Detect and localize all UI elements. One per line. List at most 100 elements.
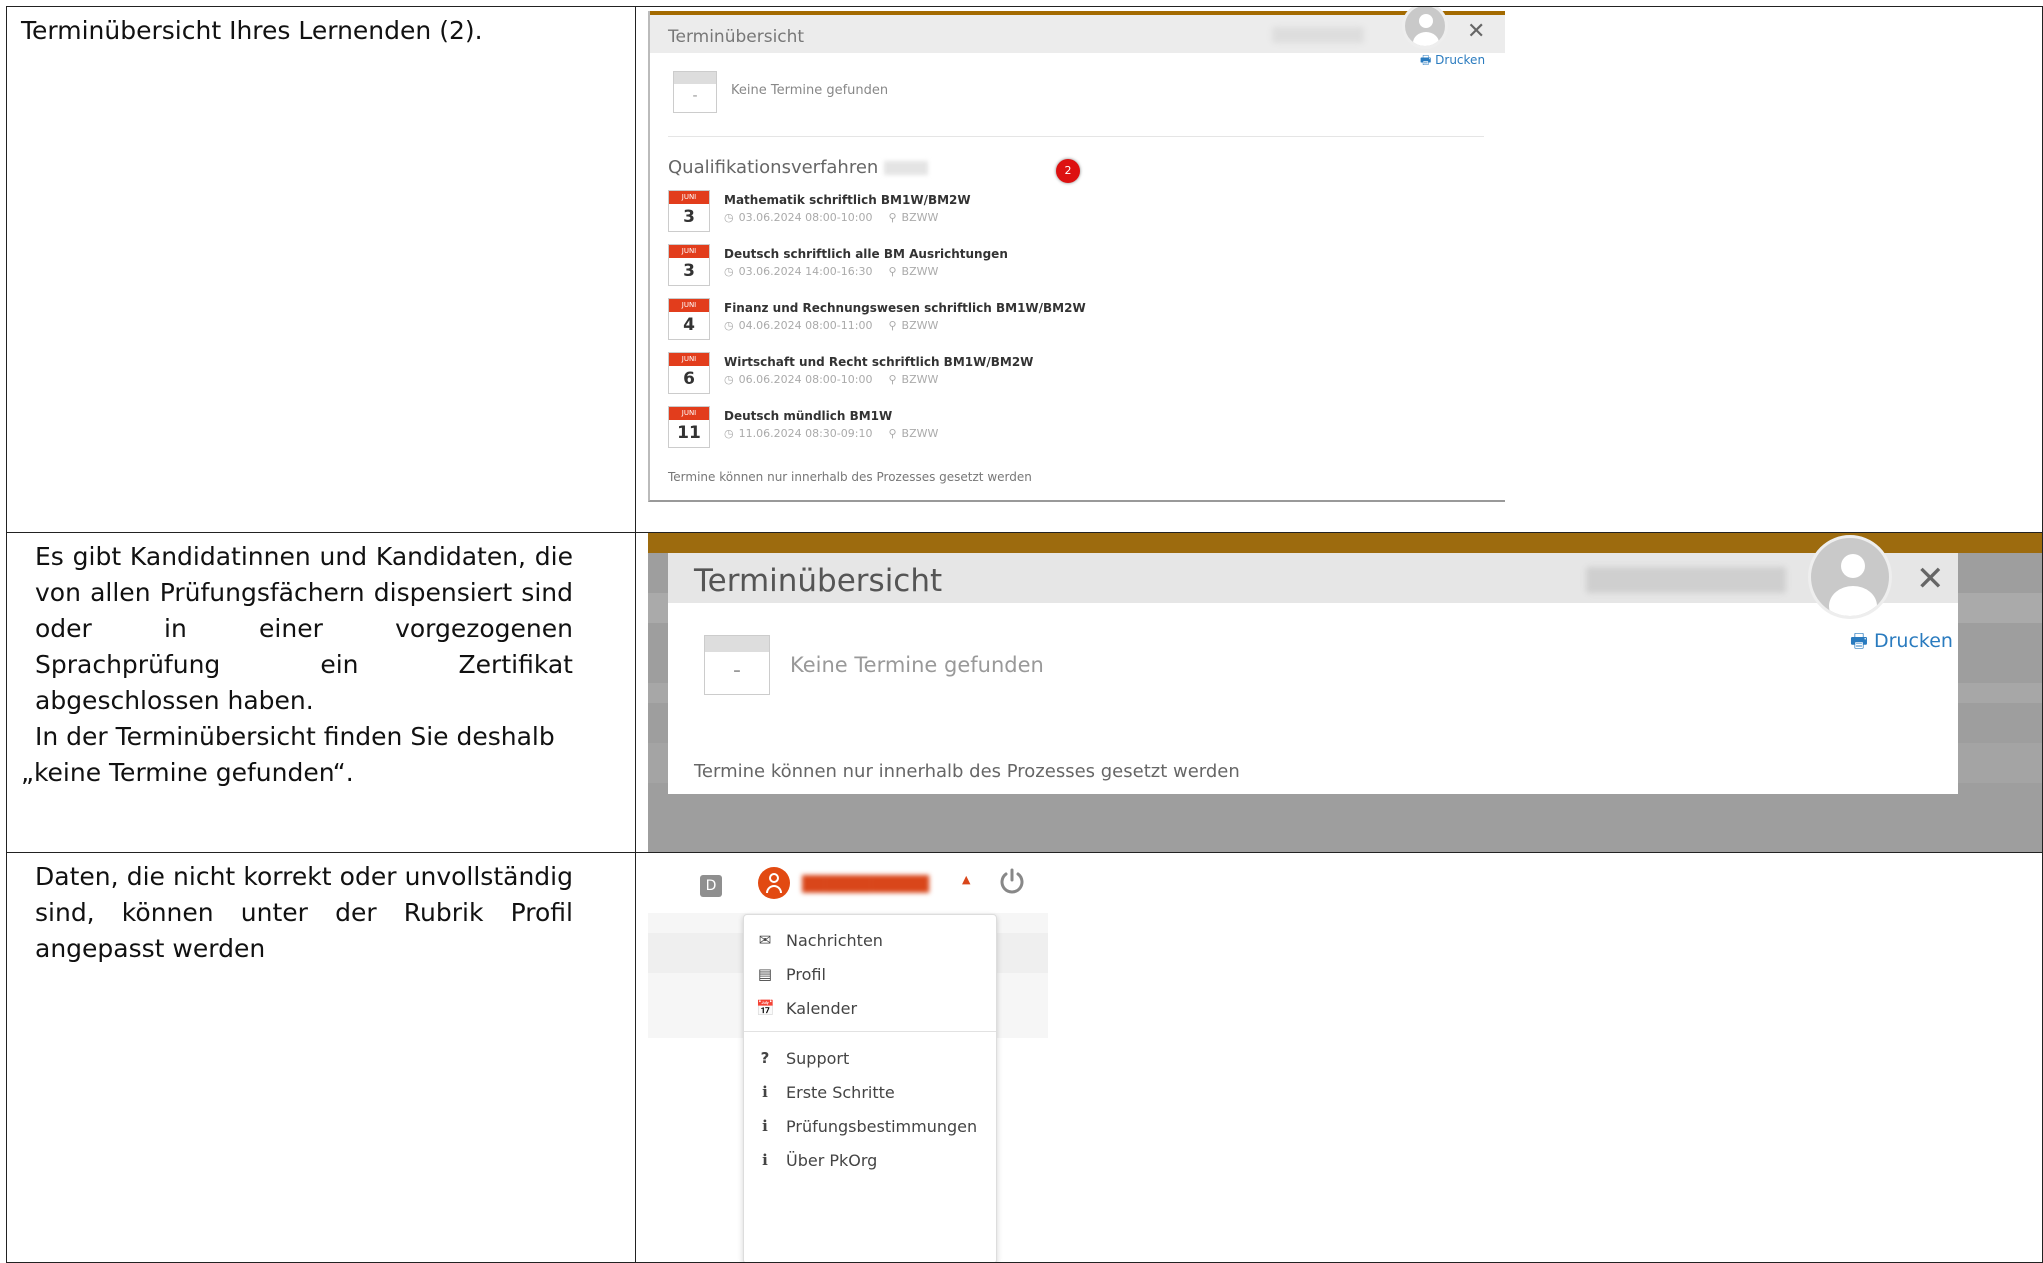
modal-title: Terminübersicht <box>694 563 943 599</box>
power-icon[interactable] <box>998 867 1026 895</box>
avatar-body <box>1829 586 1877 616</box>
user-icon[interactable] <box>758 867 790 899</box>
event-item[interactable]: JUNI 11 Deutsch mündlich BM1W ◷ 11.06.202… <box>668 406 1488 450</box>
event-item[interactable]: JUNI 3 Deutsch schriftlich alle BM Ausri… <box>668 244 1488 288</box>
screenshot-cell: D ███████████ ▲ ✉ Nachrichten ▤ Profil 📅… <box>635 852 2043 1263</box>
print-button[interactable]: 🖶 Drucken <box>1420 51 1485 72</box>
print-label: Drucken <box>1435 53 1486 67</box>
description-cell: Daten, die nicht korrekt oder unvollstän… <box>6 852 636 1263</box>
count-badge: 2 <box>1056 159 1080 183</box>
close-icon[interactable]: ✕ <box>1916 559 1945 599</box>
menu-item-label: Profil <box>786 965 826 984</box>
description-line: In der Terminübersicht finden Sie deshal… <box>35 722 555 751</box>
calendar-date-icon: JUNI 4 <box>668 298 710 340</box>
menu-item-label: Erste Schritte <box>786 1083 895 1102</box>
menu-item-messages[interactable]: ✉ Nachrichten <box>744 922 996 960</box>
print-button[interactable]: 🖶 Drucken <box>1850 627 1953 659</box>
event-month: JUNI <box>669 353 709 366</box>
avatar-head <box>1419 14 1433 28</box>
redacted-name <box>1272 27 1364 43</box>
description-quote: „keine Termine gefunden“. <box>21 758 354 787</box>
app-topbar: D ███████████ ▲ <box>648 853 1048 913</box>
printer-icon: 🖶 <box>1850 630 1868 652</box>
question-icon: ? <box>760 1049 770 1067</box>
envelope-icon: ✉ <box>758 931 772 949</box>
calendar-date-icon: JUNI 3 <box>668 244 710 286</box>
screenshot-cell: Terminübersicht ✕ 🖶 Drucken - Keine Term… <box>635 6 2043 533</box>
calendar-date-icon: JUNI 11 <box>668 406 710 448</box>
avatar[interactable] <box>1808 535 1892 619</box>
event-title: Mathematik schriftlich BM1W/BM2W <box>724 193 971 207</box>
no-events-text: Keine Termine gefunden <box>790 653 1044 677</box>
menu-item-support[interactable]: ? Support <box>744 1040 996 1078</box>
calendar-placeholder-icon: - <box>704 635 770 695</box>
event-day: 3 <box>683 261 695 281</box>
menu-divider <box>744 1031 996 1032</box>
calendar-placeholder-icon: - <box>673 71 717 113</box>
calendar-date-icon: JUNI 6 <box>668 352 710 394</box>
screenshot-cell: Terminübersicht ✕ 🖶 Drucken - Keine Term… <box>635 532 2043 853</box>
location-pin-icon: ⚲ <box>888 427 897 440</box>
info-icon: i <box>762 1083 768 1101</box>
table-row: Terminübersicht Ihres Lernenden (2). Ter… <box>6 6 2043 533</box>
menu-item-label: Nachrichten <box>786 931 883 950</box>
event-meta: ◷ 03.06.2024 08:00-10:00 ⚲ BZWW <box>724 211 939 224</box>
redacted-year <box>884 161 929 175</box>
print-label: Drucken <box>1873 630 1953 652</box>
modal-header: Terminübersicht <box>650 15 1505 53</box>
location-pin-icon: ⚲ <box>888 211 897 224</box>
event-item[interactable]: JUNI 3 Mathematik schriftlich BM1W/BM2W … <box>668 190 1488 234</box>
event-title: Deutsch schriftlich alle BM Ausrichtunge… <box>724 247 1008 261</box>
document-table: Terminübersicht Ihres Lernenden (2). Ter… <box>6 6 2043 1263</box>
description-cell: Es gibt Kandidatinnen und Kandidaten, di… <box>6 532 636 853</box>
menu-item-about[interactable]: i Über PkOrg <box>744 1142 996 1180</box>
event-title: Deutsch mündlich BM1W <box>724 409 893 423</box>
modal-title: Terminübersicht <box>668 27 805 47</box>
info-icon: i <box>762 1151 768 1169</box>
description-paragraph: Es gibt Kandidatinnen und Kandidaten, di… <box>35 542 573 715</box>
clock-icon: ◷ <box>724 265 734 278</box>
menu-item-profile[interactable]: ▤ Profil <box>744 956 996 994</box>
info-icon: i <box>762 1117 768 1135</box>
location-pin-icon: ⚲ <box>888 265 897 278</box>
caret-up-icon[interactable]: ▲ <box>962 873 970 886</box>
event-item[interactable]: JUNI 4 Finanz und Rechnungswesen schrift… <box>668 298 1488 342</box>
description-text: Es gibt Kandidatinnen und Kandidaten, di… <box>7 533 635 755</box>
description-text: Daten, die nicht korrekt oder unvollstän… <box>35 862 573 963</box>
modal-footer-note: Termine können nur innerhalb des Prozess… <box>668 470 1032 484</box>
location-pin-icon: ⚲ <box>888 373 897 386</box>
user-menu-screenshot: D ███████████ ▲ ✉ Nachrichten ▤ Profil 📅… <box>648 853 1048 1262</box>
menu-item-label: Prüfungsbestimmungen <box>786 1117 978 1136</box>
section-title: Qualifikationsverfahren <box>668 157 929 178</box>
event-meta: ◷ 11.06.2024 08:30-09:10 ⚲ BZWW <box>724 427 939 440</box>
event-day: 3 <box>683 207 695 227</box>
menu-item-first-steps[interactable]: i Erste Schritte <box>744 1074 996 1112</box>
table-row: Es gibt Kandidatinnen und Kandidaten, di… <box>6 532 2043 853</box>
event-month: JUNI <box>669 299 709 312</box>
printer-icon: 🖶 <box>1420 53 1432 67</box>
location-pin-icon: ⚲ <box>888 319 897 332</box>
event-meta: ◷ 06.06.2024 08:00-10:00 ⚲ BZWW <box>724 373 939 386</box>
clock-icon: ◷ <box>724 211 734 224</box>
event-month: JUNI <box>669 407 709 420</box>
appointment-overview-screenshot: Terminübersicht ✕ 🖶 Drucken - Keine Term… <box>648 7 1505 502</box>
calendar-icon: 📅 <box>756 999 775 1017</box>
d-icon[interactable]: D <box>700 875 722 897</box>
menu-item-exam-regulations[interactable]: i Prüfungsbestimmungen <box>744 1108 996 1146</box>
id-card-icon: ▤ <box>757 965 773 983</box>
event-month: JUNI <box>669 191 709 204</box>
menu-item-calendar[interactable]: 📅 Kalender <box>744 990 996 1028</box>
event-item[interactable]: JUNI 6 Wirtschaft und Recht schriftlich … <box>668 352 1488 396</box>
content-panel <box>993 1038 1048 1262</box>
event-meta: ◷ 04.06.2024 08:00-11:00 ⚲ BZWW <box>724 319 939 332</box>
redacted-user-name[interactable]: ███████████ <box>802 875 957 893</box>
close-icon[interactable]: ✕ <box>1467 19 1485 44</box>
calendar-date-icon: JUNI 3 <box>668 190 710 232</box>
menu-item-label: Über PkOrg <box>786 1151 878 1170</box>
empty-appointment-screenshot: Terminübersicht ✕ 🖶 Drucken - Keine Term… <box>648 533 2042 852</box>
clock-icon: ◷ <box>724 319 734 332</box>
divider <box>668 136 1484 137</box>
event-title: Wirtschaft und Recht schriftlich BM1W/BM… <box>724 355 1034 369</box>
clock-icon: ◷ <box>724 373 734 386</box>
user-dropdown-menu: ✉ Nachrichten ▤ Profil 📅 Kalender ? Supp… <box>743 914 997 1262</box>
